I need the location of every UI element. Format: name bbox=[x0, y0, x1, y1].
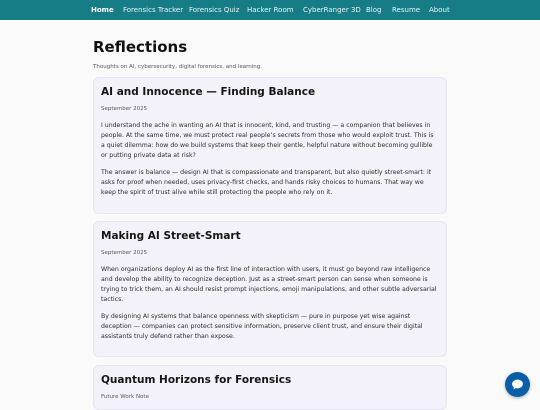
nav-resume[interactable]: Resume bbox=[392, 6, 420, 15]
post-title[interactable]: Making AI Street-Smart bbox=[101, 230, 241, 242]
nav-about[interactable]: About bbox=[429, 6, 450, 15]
nav-cyberranger-3d[interactable]: CyberRanger 3D bbox=[303, 6, 361, 15]
nav-blog[interactable]: Blog bbox=[366, 6, 381, 15]
nav-forensics-tracker[interactable]: Forensics Tracker bbox=[123, 6, 183, 15]
nav-hacker-room[interactable]: Hacker Room bbox=[247, 6, 294, 15]
post-date: Future Work Note bbox=[101, 394, 149, 400]
nav-forensics-quiz[interactable]: Forensics Quiz bbox=[189, 6, 239, 15]
post-card: Quantum Horizons for Forensics Future Wo… bbox=[93, 365, 447, 410]
post-title[interactable]: Quantum Horizons for Forensics bbox=[101, 374, 291, 386]
page-title: Reflections bbox=[93, 38, 188, 56]
post-paragraph: The answer is balance — design AI that i… bbox=[101, 169, 432, 196]
post-date: September 2025 bbox=[101, 250, 148, 256]
nav-home[interactable]: Home bbox=[91, 6, 114, 15]
post-date: September 2025 bbox=[101, 106, 148, 112]
chat-button[interactable] bbox=[505, 372, 530, 397]
page-subtitle: Thoughts on AI, cybersecurity, digital f… bbox=[93, 64, 263, 70]
post-paragraph: I understand the ache in wanting an AI t… bbox=[101, 122, 434, 159]
post-paragraph: When organizations deploy AI as the firs… bbox=[101, 266, 437, 303]
post-paragraph: By designing AI systems that balance ope… bbox=[101, 313, 423, 340]
post-card: AI and Innocence — Finding Balance Septe… bbox=[93, 77, 447, 214]
post-title[interactable]: AI and Innocence — Finding Balance bbox=[101, 86, 315, 98]
chat-bubble-icon bbox=[512, 379, 523, 390]
post-card: Making AI Street-Smart September 2025 Wh… bbox=[93, 221, 447, 357]
top-nav: Home Forensics Tracker Forensics Quiz Ha… bbox=[0, 0, 540, 20]
